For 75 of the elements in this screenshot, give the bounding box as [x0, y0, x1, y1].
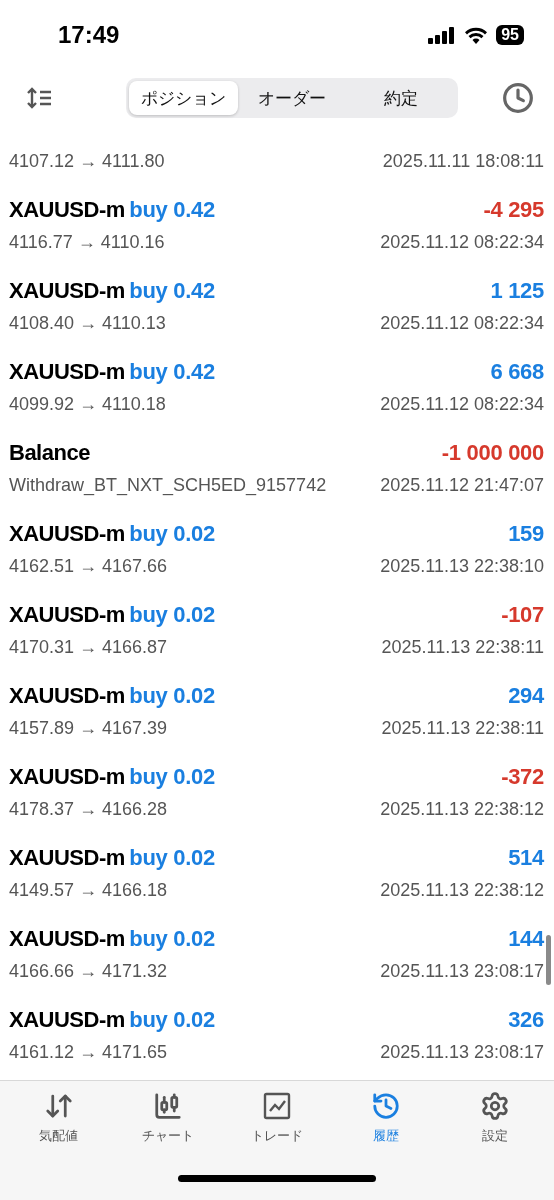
- symbol-label: XAUUSD-m: [9, 602, 125, 627]
- sort-icon[interactable]: [26, 86, 54, 110]
- deal-time: 2025.11.13 22:38:11: [381, 636, 544, 659]
- order-label: buy 0.42: [129, 359, 215, 384]
- battery-icon: 95: [496, 25, 524, 45]
- clock-icon[interactable]: [502, 82, 534, 114]
- symbol-label: XAUUSD-m: [9, 764, 125, 789]
- order-label: buy 0.02: [129, 1007, 215, 1032]
- price-range: 4116.77 → 4110.16: [9, 231, 165, 254]
- deal-time: 2025.11.13 22:38:11: [381, 717, 544, 740]
- deal-time: 2025.11.13 22:38:12: [380, 879, 544, 902]
- symbol-label: XAUUSD-m: [9, 926, 125, 951]
- status-time: 17:49: [58, 21, 120, 49]
- price-range: 4107.12 → 4111.80: [9, 150, 165, 173]
- profit-value: -107: [501, 601, 544, 629]
- profit-value: 294: [508, 682, 544, 710]
- segment-tab[interactable]: オーダー: [237, 81, 347, 115]
- symbol-label: XAUUSD-m: [9, 278, 125, 303]
- history-icon: [371, 1091, 402, 1121]
- profit-value: 514: [508, 844, 544, 872]
- price-range: 4162.51 → 4167.66: [9, 555, 168, 578]
- profit-value: 326: [508, 1006, 544, 1034]
- profit-value: 159: [508, 520, 544, 548]
- nav-tab[interactable]: 気配値: [13, 1091, 104, 1145]
- deal-time: 2025.11.13 23:08:17: [380, 1041, 544, 1064]
- deal-time: 2025.11.12 08:22:34: [380, 393, 544, 416]
- nav-tab[interactable]: チャート: [122, 1091, 213, 1145]
- order-label: buy 0.42: [129, 197, 215, 222]
- price-range: 4178.37 → 4166.28: [9, 798, 168, 821]
- price-range: 4149.57 → 4166.18: [9, 879, 168, 902]
- deal-time: 2025.11.11 18:08:11: [382, 150, 544, 173]
- price-range: 4166.66 → 4171.32: [9, 960, 168, 983]
- price-range: 4108.40 → 4110.13: [9, 312, 166, 335]
- symbol-label: XAUUSD-m: [9, 197, 125, 222]
- nav-tab[interactable]: 設定: [450, 1091, 541, 1145]
- nav-tab[interactable]: 履歴: [341, 1091, 432, 1145]
- balance-title: Balance: [9, 440, 90, 465]
- symbol-label: XAUUSD-m: [9, 1007, 125, 1032]
- order-label: buy 0.02: [129, 521, 215, 546]
- deal-time: 2025.11.12 08:22:34: [380, 231, 544, 254]
- segment-tab[interactable]: 約定: [346, 81, 455, 115]
- price-range: 4157.89 → 4167.39: [9, 717, 168, 740]
- wifi-icon: [464, 26, 489, 44]
- deal-time: 2025.11.12 21:47:07: [380, 474, 544, 497]
- nav-tab[interactable]: トレード: [231, 1091, 322, 1145]
- scrollbar: [546, 935, 551, 985]
- profit-value: 1 125: [490, 277, 544, 305]
- profit-value: 144: [508, 925, 544, 953]
- price-range: 4170.31 → 4166.87: [9, 636, 168, 659]
- symbol-label: XAUUSD-m: [9, 521, 125, 546]
- order-label: buy 0.02: [129, 683, 215, 708]
- deal-time: 2025.11.12 08:22:34: [380, 312, 544, 335]
- price-range: 4099.92 → 4110.18: [9, 393, 166, 416]
- comment-text: Withdraw_BT_NXT_SCH5ED_9157742: [9, 474, 327, 497]
- profit-value: 6 668: [490, 358, 544, 386]
- line-chart-icon: [261, 1091, 292, 1121]
- order-label: buy 0.02: [129, 845, 215, 870]
- symbol-label: XAUUSD-m: [9, 359, 125, 384]
- order-label: buy 0.02: [129, 926, 215, 951]
- order-label: buy 0.02: [129, 602, 215, 627]
- profit-value: -1 000 000: [441, 439, 544, 467]
- signal-icon: [428, 26, 457, 44]
- deal-time: 2025.11.13 23:08:17: [380, 960, 544, 983]
- price-range: 4161.12 → 4171.65: [9, 1041, 168, 1064]
- settings-icon: [480, 1091, 511, 1121]
- deal-time: 2025.11.13 22:38:12: [380, 798, 544, 821]
- deal-time: 2025.11.13 22:38:10: [380, 555, 544, 578]
- order-label: buy 0.02: [129, 764, 215, 789]
- order-label: buy 0.42: [129, 278, 215, 303]
- profit-value: -372: [501, 763, 544, 791]
- symbol-label: XAUUSD-m: [9, 845, 125, 870]
- symbol-label: XAUUSD-m: [9, 683, 125, 708]
- segment-tab[interactable]: ポジション: [129, 81, 238, 115]
- candlestick-icon: [152, 1091, 183, 1121]
- profit-value: -4 295: [483, 196, 544, 224]
